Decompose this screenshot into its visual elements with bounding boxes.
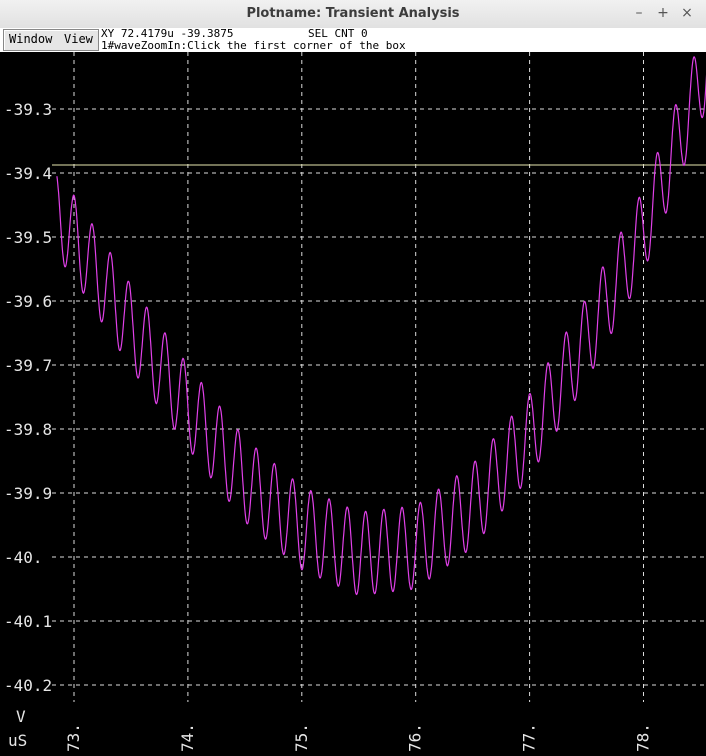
y-axis-labels: -39.3 -39.4 -39.5 -39.6 -39.7 -39.8 -39.9 -40. -… — [4, 100, 52, 695]
voltage-trace — [56, 56, 706, 596]
toolbar: Window View XY 72.4179u -39.3875 SEL CNT… — [0, 28, 706, 52]
x-axis-labels: 73. 74. 75. 76. 77. 78. — [64, 723, 653, 752]
waveform-chart[interactable]: -39.3 -39.4 -39.5 -39.6 -39.7 -39.8 -39.9 -40. -… — [0, 52, 706, 756]
x-tick-label: 76. — [406, 723, 425, 752]
grid — [52, 52, 706, 702]
y-tick-label: -39.4 — [4, 164, 52, 183]
x-tick-label: 73. — [64, 723, 83, 752]
waveform-plot[interactable]: -39.3 -39.4 -39.5 -39.6 -39.7 -39.8 -39.9 -40. -… — [0, 52, 706, 756]
menu-window[interactable]: Window — [9, 32, 52, 46]
y-tick-label: -40. — [4, 548, 43, 567]
x-tick-label: 74. — [178, 723, 197, 752]
y-tick-label: -39.7 — [4, 356, 52, 375]
x-tick-label: 77. — [520, 723, 539, 752]
title-bar[interactable]: Plotname: Transient Analysis – + × — [0, 0, 706, 29]
menu-bar: Window View — [3, 29, 99, 51]
maximize-icon[interactable]: + — [654, 4, 672, 22]
plot-window: Plotname: Transient Analysis – + × Windo… — [0, 0, 706, 756]
y-tick-label: -39.3 — [4, 100, 52, 119]
menu-view[interactable]: View — [64, 32, 93, 46]
minimize-icon[interactable]: – — [630, 4, 648, 22]
window-title: Plotname: Transient Analysis — [246, 6, 460, 21]
close-icon[interactable]: × — [678, 4, 696, 22]
y-tick-label: -40.1 — [4, 612, 52, 631]
x-tick-label: 75. — [292, 723, 311, 752]
y-unit-label: V — [16, 707, 26, 726]
y-tick-label: -39.6 — [4, 292, 52, 311]
y-tick-label: -39.9 — [4, 484, 52, 503]
x-tick-label: 78. — [634, 723, 653, 752]
x-unit-label: uS — [8, 731, 27, 750]
y-tick-label: -40.2 — [4, 676, 52, 695]
status-message: 1#waveZoomIn:Click the first corner of t… — [101, 39, 406, 52]
y-tick-label: -39.8 — [4, 420, 52, 439]
y-tick-label: -39.5 — [4, 228, 52, 247]
